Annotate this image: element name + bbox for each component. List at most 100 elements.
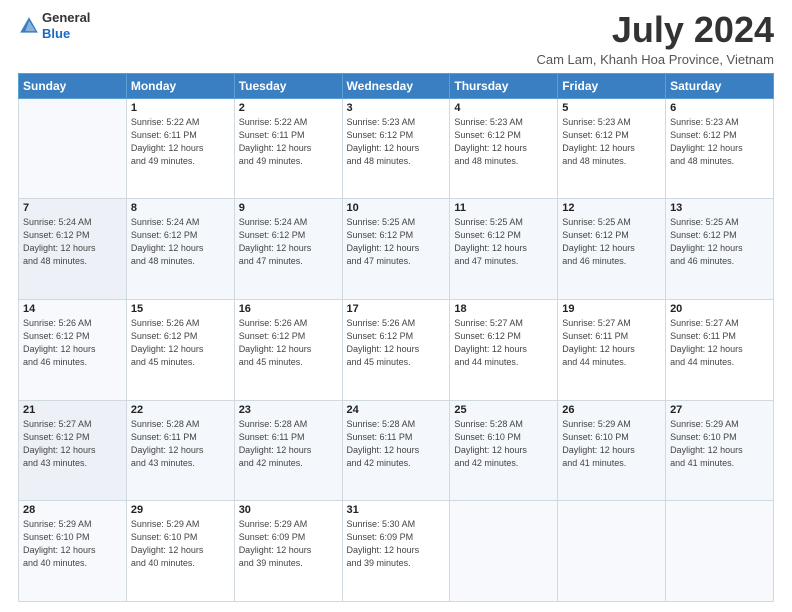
- month-year-title: July 2024: [537, 10, 775, 50]
- day-info: Sunrise: 5:28 AM Sunset: 6:10 PM Dayligh…: [454, 418, 553, 470]
- header-friday: Friday: [558, 73, 666, 98]
- day-info: Sunrise: 5:24 AM Sunset: 6:12 PM Dayligh…: [23, 216, 122, 268]
- calendar-cell: 12 Sunrise: 5:25 AM Sunset: 6:12 PM Dayli…: [558, 199, 666, 300]
- day-info: Sunrise: 5:26 AM Sunset: 6:12 PM Dayligh…: [23, 317, 122, 369]
- day-info: Sunrise: 5:27 AM Sunset: 6:11 PM Dayligh…: [562, 317, 661, 369]
- day-info: Sunrise: 5:27 AM Sunset: 6:12 PM Dayligh…: [23, 418, 122, 470]
- day-info: Sunrise: 5:28 AM Sunset: 6:11 PM Dayligh…: [239, 418, 338, 470]
- calendar-cell: 19 Sunrise: 5:27 AM Sunset: 6:11 PM Dayli…: [558, 299, 666, 400]
- day-number: 12: [562, 202, 661, 214]
- day-number: 20: [670, 303, 769, 315]
- logo-general: General: [42, 10, 90, 26]
- day-info: Sunrise: 5:27 AM Sunset: 6:12 PM Dayligh…: [454, 317, 553, 369]
- calendar-week-row: 7 Sunrise: 5:24 AM Sunset: 6:12 PM Daylig…: [19, 199, 774, 300]
- calendar-week-row: 28Sunrise: 5:29 AM Sunset: 6:10 PM Dayli…: [19, 501, 774, 602]
- day-info: Sunrise: 5:30 AM Sunset: 6:09 PM Dayligh…: [347, 518, 446, 570]
- day-number: 11: [454, 202, 553, 214]
- calendar-cell: 9 Sunrise: 5:24 AM Sunset: 6:12 PM Daylig…: [234, 199, 342, 300]
- day-number: 10: [347, 202, 446, 214]
- day-info: Sunrise: 5:26 AM Sunset: 6:12 PM Dayligh…: [239, 317, 338, 369]
- calendar-cell: 28Sunrise: 5:29 AM Sunset: 6:10 PM Dayli…: [19, 501, 127, 602]
- calendar-cell: 10 Sunrise: 5:25 AM Sunset: 6:12 PM Dayli…: [342, 199, 450, 300]
- day-info: Sunrise: 5:22 AM Sunset: 6:11 PM Dayligh…: [131, 116, 230, 168]
- calendar-cell: 17 Sunrise: 5:26 AM Sunset: 6:12 PM Dayli…: [342, 299, 450, 400]
- day-info: Sunrise: 5:24 AM Sunset: 6:12 PM Dayligh…: [239, 216, 338, 268]
- day-info: Sunrise: 5:23 AM Sunset: 6:12 PM Dayligh…: [347, 116, 446, 168]
- header-sunday: Sunday: [19, 73, 127, 98]
- calendar-week-row: 21 Sunrise: 5:27 AM Sunset: 6:12 PM Dayli…: [19, 400, 774, 501]
- calendar-cell: 20 Sunrise: 5:27 AM Sunset: 6:11 PM Dayli…: [666, 299, 774, 400]
- day-number: 7: [23, 202, 122, 214]
- day-number: 6: [670, 102, 769, 114]
- calendar-cell: 29 Sunrise: 5:29 AM Sunset: 6:10 PM Dayli…: [126, 501, 234, 602]
- calendar-cell: 21 Sunrise: 5:27 AM Sunset: 6:12 PM Dayli…: [19, 400, 127, 501]
- calendar-cell: 1 Sunrise: 5:22 AM Sunset: 6:11 PM Daylig…: [126, 98, 234, 199]
- calendar-cell: [450, 501, 558, 602]
- calendar-cell: 16 Sunrise: 5:26 AM Sunset: 6:12 PM Dayli…: [234, 299, 342, 400]
- day-info: Sunrise: 5:23 AM Sunset: 6:12 PM Dayligh…: [670, 116, 769, 168]
- calendar-cell: 31 Sunrise: 5:30 AM Sunset: 6:09 PM Dayli…: [342, 501, 450, 602]
- day-info: Sunrise: 5:23 AM Sunset: 6:12 PM Dayligh…: [454, 116, 553, 168]
- calendar-cell: 23Sunrise: 5:28 AM Sunset: 6:11 PM Dayli…: [234, 400, 342, 501]
- day-info: Sunrise: 5:22 AM Sunset: 6:11 PM Dayligh…: [239, 116, 338, 168]
- calendar-cell: 27 Sunrise: 5:29 AM Sunset: 6:10 PM Dayli…: [666, 400, 774, 501]
- calendar-cell: 2Sunrise: 5:22 AM Sunset: 6:11 PM Daylig…: [234, 98, 342, 199]
- day-info: Sunrise: 5:25 AM Sunset: 6:12 PM Dayligh…: [562, 216, 661, 268]
- calendar-cell: 30Sunrise: 5:29 AM Sunset: 6:09 PM Dayli…: [234, 501, 342, 602]
- day-info: Sunrise: 5:29 AM Sunset: 6:10 PM Dayligh…: [670, 418, 769, 470]
- day-info: Sunrise: 5:25 AM Sunset: 6:12 PM Dayligh…: [454, 216, 553, 268]
- day-number: 14: [23, 303, 122, 315]
- header-saturday: Saturday: [666, 73, 774, 98]
- calendar-cell: [666, 501, 774, 602]
- header-thursday: Thursday: [450, 73, 558, 98]
- day-info: Sunrise: 5:29 AM Sunset: 6:10 PM Dayligh…: [131, 518, 230, 570]
- calendar-cell: [558, 501, 666, 602]
- calendar-week-row: 1 Sunrise: 5:22 AM Sunset: 6:11 PM Daylig…: [19, 98, 774, 199]
- day-info: Sunrise: 5:28 AM Sunset: 6:11 PM Dayligh…: [347, 418, 446, 470]
- logo-icon: [18, 15, 40, 37]
- logo-text: General Blue: [42, 10, 90, 41]
- weekday-header-row: Sunday Monday Tuesday Wednesday Thursday…: [19, 73, 774, 98]
- location-subtitle: Cam Lam, Khanh Hoa Province, Vietnam: [537, 52, 775, 67]
- calendar-cell: 18 Sunrise: 5:27 AM Sunset: 6:12 PM Dayli…: [450, 299, 558, 400]
- day-number: 17: [347, 303, 446, 315]
- calendar-cell: 15Sunrise: 5:26 AM Sunset: 6:12 PM Dayli…: [126, 299, 234, 400]
- calendar-cell: [19, 98, 127, 199]
- calendar-cell: 22Sunrise: 5:28 AM Sunset: 6:11 PM Dayli…: [126, 400, 234, 501]
- day-number: 1: [131, 102, 230, 114]
- day-number: 25: [454, 404, 553, 416]
- day-info: Sunrise: 5:25 AM Sunset: 6:12 PM Dayligh…: [347, 216, 446, 268]
- day-info: Sunrise: 5:29 AM Sunset: 6:10 PM Dayligh…: [562, 418, 661, 470]
- day-number: 9: [239, 202, 338, 214]
- day-info: Sunrise: 5:29 AM Sunset: 6:09 PM Dayligh…: [239, 518, 338, 570]
- day-info: Sunrise: 5:25 AM Sunset: 6:12 PM Dayligh…: [670, 216, 769, 268]
- calendar-cell: 6 Sunrise: 5:23 AM Sunset: 6:12 PM Daylig…: [666, 98, 774, 199]
- calendar-cell: 24 Sunrise: 5:28 AM Sunset: 6:11 PM Dayli…: [342, 400, 450, 501]
- day-number: 31: [347, 504, 446, 516]
- day-number: 8: [131, 202, 230, 214]
- title-block: July 2024 Cam Lam, Khanh Hoa Province, V…: [537, 10, 775, 67]
- calendar-cell: 4 Sunrise: 5:23 AM Sunset: 6:12 PM Daylig…: [450, 98, 558, 199]
- day-number: 18: [454, 303, 553, 315]
- day-number: 19: [562, 303, 661, 315]
- day-info: Sunrise: 5:24 AM Sunset: 6:12 PM Dayligh…: [131, 216, 230, 268]
- day-number: 24: [347, 404, 446, 416]
- calendar-cell: 8 Sunrise: 5:24 AM Sunset: 6:12 PM Daylig…: [126, 199, 234, 300]
- day-number: 3: [347, 102, 446, 114]
- header: General Blue July 2024 Cam Lam, Khanh Ho…: [18, 10, 774, 67]
- day-info: Sunrise: 5:27 AM Sunset: 6:11 PM Dayligh…: [670, 317, 769, 369]
- day-number: 4: [454, 102, 553, 114]
- day-info: Sunrise: 5:23 AM Sunset: 6:12 PM Dayligh…: [562, 116, 661, 168]
- day-number: 29: [131, 504, 230, 516]
- day-number: 21: [23, 404, 122, 416]
- calendar-cell: 7 Sunrise: 5:24 AM Sunset: 6:12 PM Daylig…: [19, 199, 127, 300]
- day-info: Sunrise: 5:26 AM Sunset: 6:12 PM Dayligh…: [347, 317, 446, 369]
- day-number: 16: [239, 303, 338, 315]
- calendar-table: Sunday Monday Tuesday Wednesday Thursday…: [18, 73, 774, 602]
- day-number: 27: [670, 404, 769, 416]
- day-number: 26: [562, 404, 661, 416]
- calendar-cell: 13 Sunrise: 5:25 AM Sunset: 6:12 PM Dayli…: [666, 199, 774, 300]
- day-info: Sunrise: 5:26 AM Sunset: 6:12 PM Dayligh…: [131, 317, 230, 369]
- day-number: 5: [562, 102, 661, 114]
- day-number: 13: [670, 202, 769, 214]
